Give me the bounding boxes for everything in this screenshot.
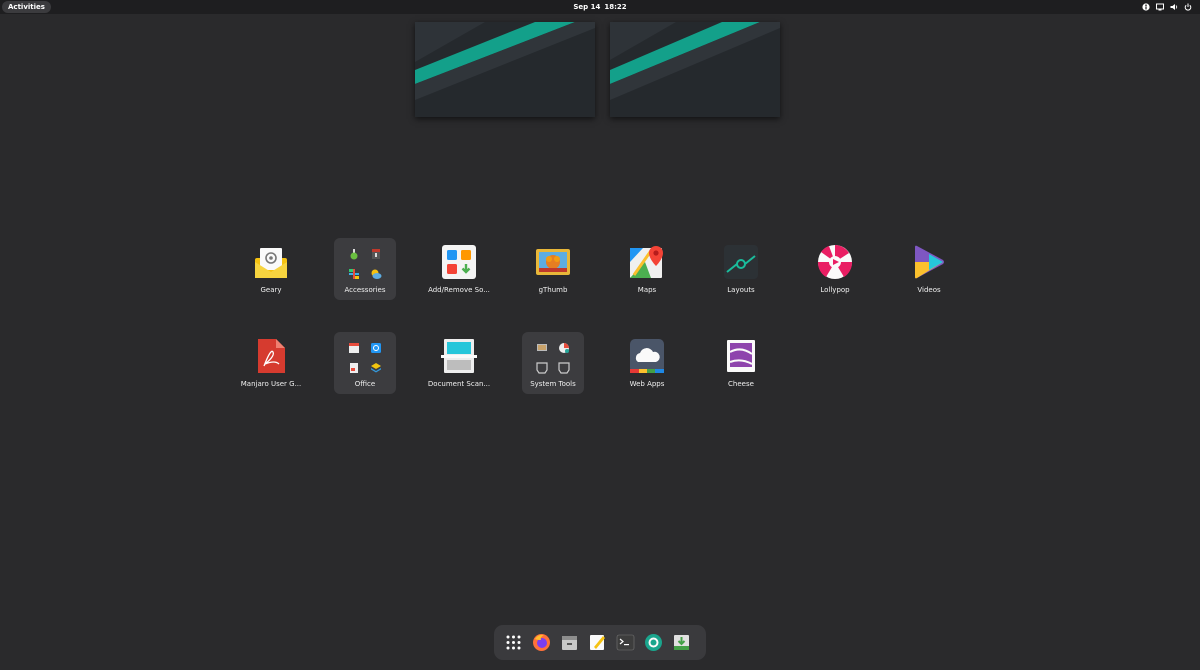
app-document-scanner[interactable]: Document Scan... xyxy=(428,332,490,394)
drive-icon xyxy=(558,362,570,374)
layers-icon xyxy=(370,362,382,374)
disk-usage-icon xyxy=(558,342,570,354)
layouts-icon xyxy=(723,244,759,280)
wallpaper-thumbnail xyxy=(415,22,595,117)
system-tray[interactable] xyxy=(1142,3,1192,11)
volume-icon[interactable] xyxy=(1170,3,1178,11)
app-label: Maps xyxy=(604,286,690,294)
app-label: Office xyxy=(322,380,408,388)
app-label: Add/Remove So... xyxy=(416,286,502,294)
firefox-icon[interactable] xyxy=(532,633,551,652)
app-label: Geary xyxy=(228,286,314,294)
app-grid-icon[interactable] xyxy=(504,633,523,652)
accessibility-icon[interactable] xyxy=(1142,3,1150,11)
clock-date: Sep 14 xyxy=(573,3,600,11)
app-lollypop[interactable]: Lollypop xyxy=(804,238,866,300)
calendar-icon xyxy=(348,342,360,354)
display-icon[interactable] xyxy=(1156,3,1164,11)
pdf-icon xyxy=(253,338,289,374)
app-label: Web Apps xyxy=(604,380,690,388)
scanner-icon xyxy=(441,338,477,374)
app-add-remove-software[interactable]: Add/Remove So... xyxy=(428,238,490,300)
maps-icon xyxy=(629,244,665,280)
app-label: Document Scan... xyxy=(416,380,502,388)
app-maps[interactable]: Maps xyxy=(616,238,678,300)
app-cheese[interactable]: Cheese xyxy=(710,332,772,394)
clock-time: 18:22 xyxy=(604,3,626,11)
drive-icon xyxy=(536,362,548,374)
workspace-thumbnail-1[interactable] xyxy=(415,22,595,117)
text-editor-icon[interactable] xyxy=(588,633,607,652)
mail-icon xyxy=(253,244,289,280)
app-videos[interactable]: Videos xyxy=(898,238,960,300)
app-layouts[interactable]: Layouts xyxy=(710,238,772,300)
files-icon[interactable] xyxy=(560,633,579,652)
image-viewer-icon xyxy=(535,244,571,280)
app-label: Videos xyxy=(886,286,972,294)
folder-office[interactable]: Office xyxy=(334,332,396,394)
cloud-icon xyxy=(629,338,665,374)
app-label: Accessories xyxy=(322,286,408,294)
app-web-apps[interactable]: Web Apps xyxy=(616,332,678,394)
app-manjaro-user-guide[interactable]: Manjaro User G... xyxy=(240,332,302,394)
camera-icon[interactable] xyxy=(644,633,663,652)
install-icon[interactable] xyxy=(672,633,691,652)
folder-accessories[interactable]: Accessories xyxy=(334,238,396,300)
dock xyxy=(494,625,706,660)
workspace-thumbnail-2[interactable] xyxy=(610,22,780,117)
contacts-icon xyxy=(370,342,382,354)
app-label: Lollypop xyxy=(792,286,878,294)
flask-icon xyxy=(348,248,360,260)
top-bar: Activities Sep 1418:22 xyxy=(0,0,1200,14)
app-label: gThumb xyxy=(510,286,596,294)
app-label: Layouts xyxy=(698,286,784,294)
folder-system-tools[interactable]: System Tools xyxy=(522,332,584,394)
document-viewer-icon xyxy=(348,362,360,374)
cheese-icon xyxy=(723,338,759,374)
app-label: Manjaro User G... xyxy=(228,380,314,388)
puzzle-icon xyxy=(348,268,360,280)
music-icon xyxy=(817,244,853,280)
clock[interactable]: Sep 14 18:22 xyxy=(0,0,1200,14)
power-icon[interactable] xyxy=(1184,3,1192,11)
app-gthumb[interactable]: gThumb xyxy=(522,238,584,300)
app-label: Cheese xyxy=(698,380,784,388)
software-icon xyxy=(441,244,477,280)
weather-icon xyxy=(370,268,382,280)
video-play-icon xyxy=(911,244,947,280)
archive-icon xyxy=(370,248,382,260)
terminal-icon[interactable] xyxy=(616,633,635,652)
app-geary[interactable]: Geary xyxy=(240,238,302,300)
app-label: System Tools xyxy=(510,380,596,388)
wallpaper-thumbnail xyxy=(610,22,780,117)
monitor-icon xyxy=(536,342,548,354)
